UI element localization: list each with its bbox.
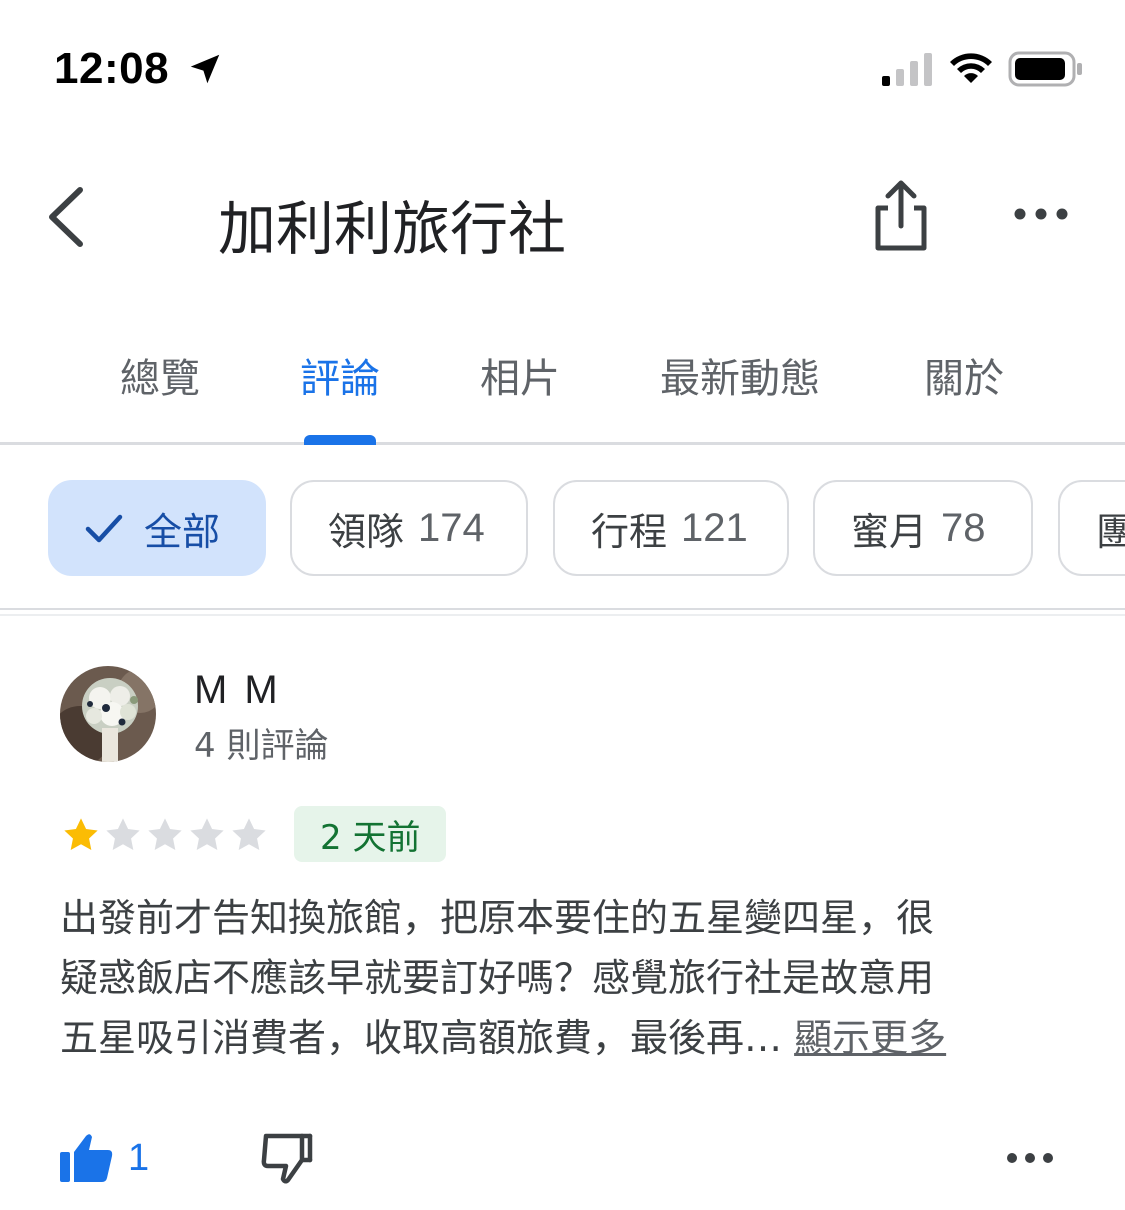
review-text: 出發前才告知換旅館，把原本要住的五星變四星，很 疑惑飯店不應該早就要訂好嗎？感覺… [60, 888, 1070, 1068]
review-text-truncated: 五星吸引消費者，收取高額旅費，最後再… [60, 1016, 783, 1060]
chip-all[interactable]: 全部 [48, 480, 266, 576]
wifi-icon [950, 53, 992, 83]
star-empty-icon [190, 818, 224, 851]
app-header: 加利利旅行社 [0, 150, 1125, 290]
avatar[interactable] [60, 666, 156, 762]
like-button[interactable]: 1 [58, 1128, 149, 1188]
review-more-button[interactable] [1000, 1140, 1060, 1176]
page-title: 加利利旅行社 [218, 195, 567, 263]
review-date-badge: 2 天前 [294, 806, 447, 862]
tab-photos[interactable]: 相片 [480, 346, 560, 404]
back-chevron-icon [49, 187, 83, 247]
review-text-line: 五星吸引消費者，收取高額旅費，最後再… 顯示更多 [60, 1008, 1070, 1068]
status-time: 12:08 [54, 44, 170, 93]
star-empty-icon [148, 818, 182, 851]
share-icon [875, 180, 927, 251]
battery-icon [1008, 51, 1082, 87]
reviewer-review-count: 4 則評論 [194, 726, 329, 766]
tab-overview[interactable]: 總覽 [120, 346, 200, 404]
dislike-button[interactable] [258, 1130, 316, 1186]
active-tab-indicator [304, 435, 376, 445]
chip-label: 行程 [591, 509, 668, 554]
divider [0, 614, 1125, 616]
chip-honeymoon[interactable]: 蜜月 78 [813, 480, 1033, 576]
review-text-line: 出發前才告知換旅館，把原本要住的五星變四星，很 [60, 896, 935, 940]
tab-reviews[interactable]: 評論 [300, 346, 380, 404]
back-button[interactable] [40, 182, 100, 252]
chip-group[interactable]: 團 [1058, 480, 1125, 576]
like-count: 1 [128, 1136, 150, 1179]
reviewer-name[interactable]: M M [194, 668, 281, 713]
more-horizontal-icon [1007, 1153, 1053, 1163]
tab-updates[interactable]: 最新動態 [660, 346, 820, 404]
location-arrow-icon [190, 54, 220, 84]
tab-bar: 總覽 評論 相片 最新動態 關於 [0, 320, 1125, 445]
chip-label: 領隊 [328, 509, 405, 554]
tab-about[interactable]: 關於 [924, 346, 1004, 404]
chip-count: 121 [681, 505, 748, 550]
star-empty-icon [106, 818, 140, 851]
share-button[interactable] [866, 178, 936, 254]
more-horizontal-icon [1014, 208, 1068, 220]
filter-chips: 全部 領隊 174 行程 121 蜜月 78 團 [0, 480, 1125, 580]
thumb-down-icon [261, 1133, 313, 1184]
chip-label: 全部 [144, 509, 221, 554]
thumb-up-icon [60, 1134, 113, 1182]
chip-itinerary[interactable]: 行程 121 [553, 480, 789, 576]
chip-tour-leader[interactable]: 領隊 174 [290, 480, 528, 576]
more-options-button[interactable] [1006, 194, 1076, 234]
check-icon [85, 514, 123, 543]
chip-label: 蜜月 [851, 509, 928, 554]
chip-label: 團 [1096, 509, 1125, 554]
divider [0, 608, 1125, 610]
star-empty-icon [232, 818, 266, 851]
chip-count: 78 [941, 505, 986, 550]
cellular-signal-icon [882, 53, 932, 86]
chip-count: 174 [418, 505, 485, 550]
review-text-line: 疑惑飯店不應該早就要訂好嗎？感覺旅行社是故意用 [60, 956, 935, 1000]
show-more-link[interactable]: 顯示更多 [794, 1016, 946, 1060]
star-rating [60, 814, 270, 858]
avatar-bouquet-image [60, 666, 156, 762]
status-bar: 12:08 [0, 0, 1125, 130]
star-filled-icon [64, 818, 98, 851]
